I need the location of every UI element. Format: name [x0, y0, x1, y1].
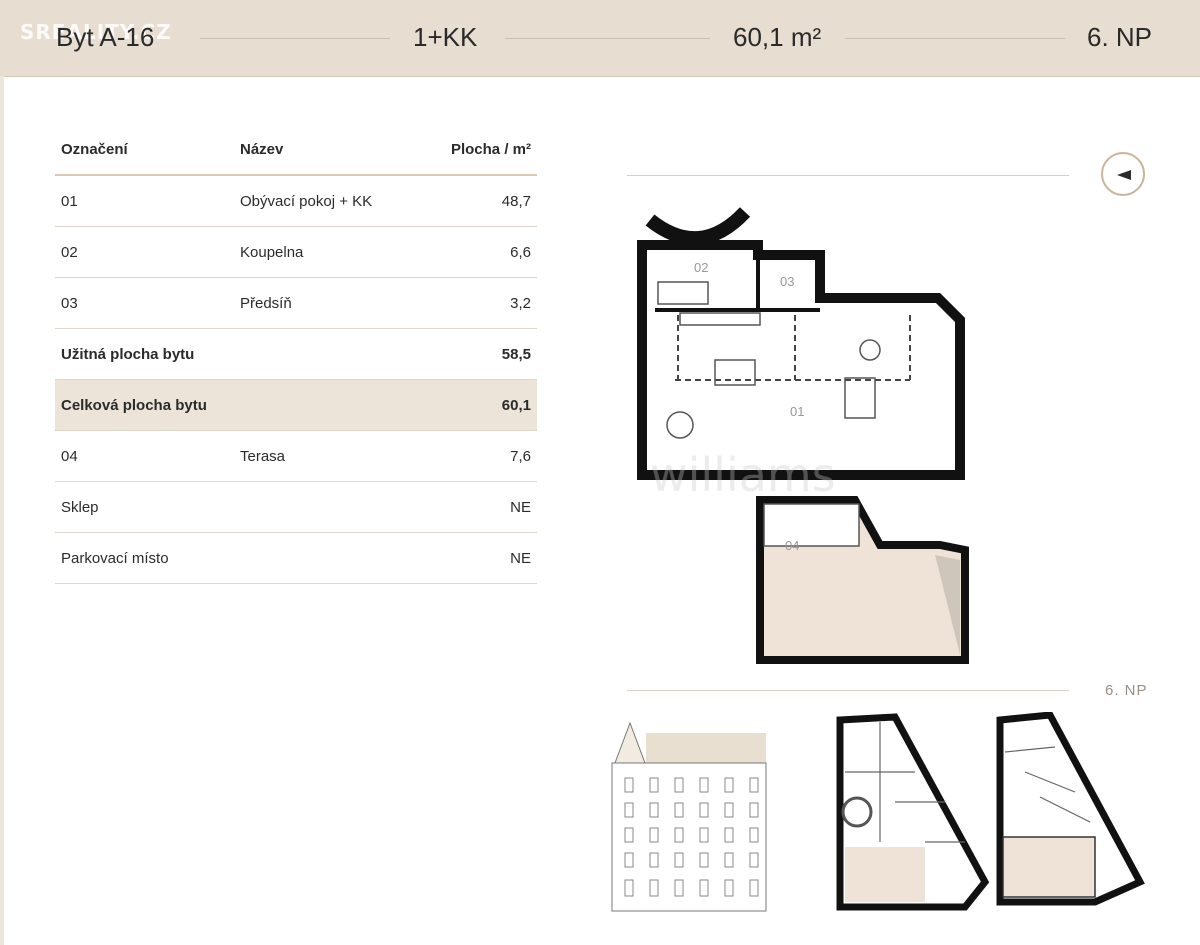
col-header-area: Plocha / m²	[426, 124, 537, 176]
floor-label: 6. NP	[1105, 682, 1148, 699]
overview-unit	[845, 847, 925, 902]
row-code: Užitná plocha bytu	[55, 328, 234, 380]
row-name: Obývací pokoj + KK	[234, 175, 426, 227]
terrace-area	[763, 503, 860, 547]
header-divider	[845, 38, 1065, 39]
floor-overview-right	[996, 712, 1145, 906]
table-row-usable-area: Užitná plocha bytu 58,5	[55, 328, 537, 380]
facade-tower	[614, 721, 646, 764]
row-code: 01	[55, 175, 234, 227]
row-code: 03	[55, 277, 234, 329]
table-header-row: Označení Název Plocha / m²	[55, 124, 537, 176]
overview-unit-highlight	[1002, 836, 1096, 898]
table-row: 04 Terasa 7,6	[55, 430, 537, 482]
row-area: 7,6	[426, 430, 537, 482]
facade-body	[611, 762, 767, 912]
table-row: Parkovací místo NE	[55, 532, 537, 584]
col-header-name: Název	[234, 124, 426, 176]
row-code: Celková plocha bytu	[55, 379, 234, 431]
row-area: NE	[426, 481, 537, 533]
header-divider	[200, 38, 390, 39]
row-code: Parkovací místo	[55, 532, 234, 584]
row-name	[234, 481, 426, 533]
row-name: Předsíň	[234, 277, 426, 329]
room-label-01: 01	[790, 404, 804, 419]
building-facade	[611, 721, 767, 912]
row-name: Koupelna	[234, 226, 426, 278]
row-area: 48,7	[426, 175, 537, 227]
table-row: 02 Koupelna 6,6	[55, 226, 537, 278]
watermark: williams	[650, 448, 836, 502]
row-name	[234, 532, 426, 584]
plan-bottom-rule	[627, 690, 1069, 691]
row-area: 6,6	[426, 226, 537, 278]
unit-floor: 6. NP	[1087, 22, 1153, 52]
apartment-walls	[637, 240, 965, 480]
room-label-02: 02	[694, 260, 708, 275]
unit-area: 60,1 m²	[733, 22, 822, 52]
row-area: 3,2	[426, 277, 537, 329]
room-label-03: 03	[780, 274, 794, 289]
header-divider	[505, 38, 710, 39]
plan-top-rule	[627, 175, 1069, 176]
row-area: 58,5	[426, 328, 537, 380]
row-area: NE	[426, 532, 537, 584]
col-header-code: Označení	[55, 124, 234, 176]
compass-icon	[1101, 152, 1145, 196]
floor-overview-left	[836, 713, 990, 911]
table-row: Sklep NE	[55, 481, 537, 533]
area-table: Označení Název Plocha / m² 01 Obývací po…	[55, 124, 537, 584]
row-name: Terasa	[234, 430, 426, 482]
row-code: 02	[55, 226, 234, 278]
row-code: Sklep	[55, 481, 234, 533]
row-name	[234, 328, 426, 380]
table-row: 03 Předsíň 3,2	[55, 277, 537, 329]
unit-name: Byt A-16	[56, 22, 155, 52]
left-border	[0, 76, 4, 945]
curved-wall	[645, 207, 751, 246]
row-name	[234, 379, 426, 431]
header-bar: SREALITY.CZ Byt A-16 1+KK 60,1 m² 6. NP	[0, 0, 1200, 77]
row-code: 04	[55, 430, 234, 482]
room-label-04: 04	[785, 538, 799, 553]
table-row-total-area: Celková plocha bytu 60,1	[55, 379, 537, 431]
row-area: 60,1	[426, 379, 537, 431]
table-row: 01 Obývací pokoj + KK 48,7	[55, 175, 537, 227]
floor-plan: 02 03 01 04	[637, 207, 969, 664]
unit-layout: 1+KK	[413, 22, 478, 52]
